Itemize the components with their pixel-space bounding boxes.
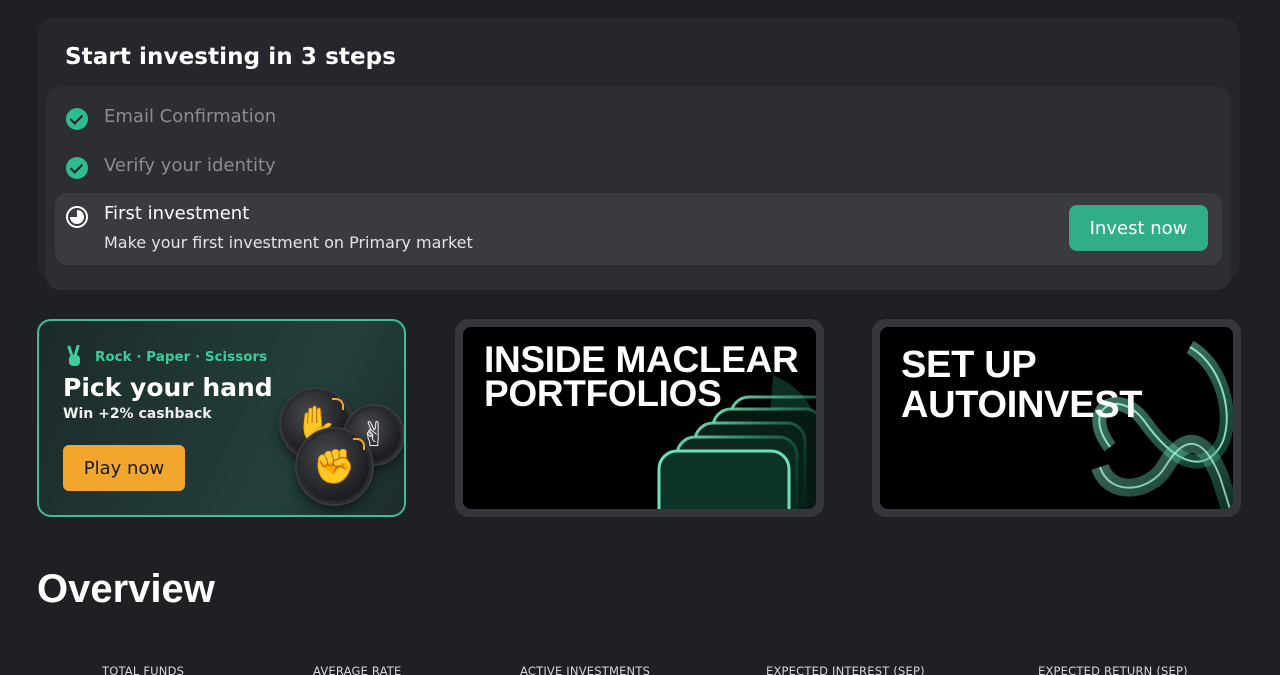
step-label: Email Confirmation [104,106,277,127]
promo-title-line: PORTFOLIOS [484,373,722,414]
promo-banner: INSIDE MACLEAR PORTFOLIOS [463,327,816,509]
rps-title: Pick your hand [63,373,273,402]
stat-label-active-investments: ACTIVE INVESTMENTS [520,664,651,675]
autoinvest-promo-card[interactable]: SET UP AUTOINVEST [872,319,1241,517]
rps-badge-label: Rock · Paper · Scissors [95,349,268,365]
steps-title: Start investing in 3 steps [65,44,397,70]
play-now-button[interactable]: Play now [63,445,185,491]
overview-title: Overview [37,567,215,611]
check-circle-icon [66,108,88,130]
promo-title-line: AUTOINVEST [901,384,1143,426]
peace-hand-icon [67,345,80,366]
step-label: First investment [104,203,250,224]
promo-title-line: SET UP [901,344,1037,386]
maclear-portfolios-promo-card[interactable]: INSIDE MACLEAR PORTFOLIOS [455,319,824,517]
onboarding-steps-panel: Start investing in 3 steps Email Confirm… [37,17,1240,290]
step-description: Make your first investment on Primary ma… [104,233,473,252]
rps-badge: Rock · Paper · Scissors [65,345,267,369]
rps-subtitle: Win +2% cashback [63,406,212,422]
promo-title: SET UP AUTOINVEST [901,344,1143,426]
invest-now-button[interactable]: Invest now [1069,205,1208,251]
stat-label-expected-interest: EXPECTED INTEREST (SEP) [766,664,925,675]
promo-banner: SET UP AUTOINVEST [880,327,1233,509]
stat-label-total-funds: TOTAL FUNDS [102,664,185,675]
step-first-investment: First investment Make your first investm… [55,193,1222,265]
stat-label-expected-return: EXPECTED RETURN (SEP) [1038,664,1188,675]
progress-circle-icon [66,206,88,228]
promo-title-line: INSIDE MACLEAR [484,339,799,380]
stat-label-average-rate: AVERAGE RATE [313,664,402,675]
step-label: Verify your identity [104,155,276,176]
promo-title: INSIDE MACLEAR PORTFOLIOS [484,339,799,414]
steps-list: Email Confirmation Verify your identity … [46,87,1231,290]
check-circle-icon [66,157,88,179]
rock-paper-scissors-promo-card[interactable]: Rock · Paper · Scissors Pick your hand W… [37,319,406,517]
rock-fist-icon: ✊ [297,429,372,504]
